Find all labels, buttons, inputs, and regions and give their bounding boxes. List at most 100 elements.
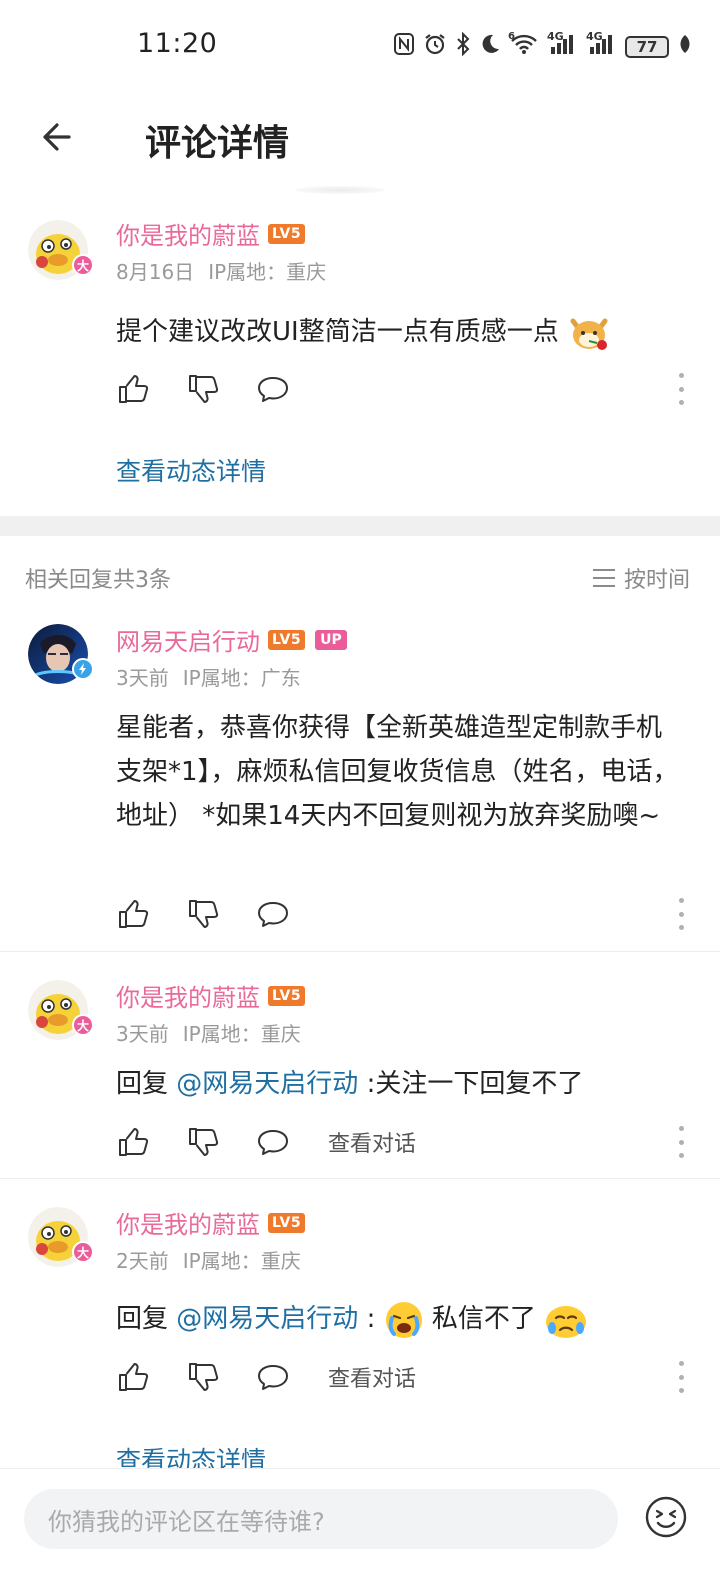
reply-prefix: 回复: [116, 1304, 169, 1334]
comment-icon[interactable]: [256, 372, 290, 406]
sort-label: 按时间: [623, 568, 690, 593]
comment-date: 3天前: [116, 666, 169, 690]
status-bar: 11:20 6 4G 4G 77: [0, 0, 720, 92]
wifi-badge: 6: [508, 31, 515, 42]
sad-face-emoji-icon: [546, 1305, 587, 1338]
reply-prefix: 回复: [116, 1069, 169, 1099]
like-icon[interactable]: [116, 897, 150, 931]
section-divider: [0, 516, 720, 536]
app-header: 评论详情: [0, 92, 720, 192]
comment-date: 2天前: [116, 1249, 169, 1273]
comment-actions: 查看对话: [116, 1122, 691, 1162]
shiba-rose-emoji-icon: [570, 318, 608, 350]
view-conversation-link[interactable]: 查看对话: [328, 1126, 416, 1158]
comment-input-bar: 你猜我的评论区在等待谁?: [0, 1468, 720, 1584]
replies-count: 相关回复共3条: [25, 568, 171, 593]
avatar[interactable]: 大: [28, 220, 94, 280]
arrow-left-icon: [43, 123, 71, 151]
dislike-icon[interactable]: [186, 372, 220, 406]
vip-badge-icon: 大: [72, 254, 94, 276]
comment-icon[interactable]: [256, 1360, 290, 1394]
reply-item: 大 你是我的蔚蓝 LV5 2天前 IP属地：重庆 回复 @网易天启行动 : 私信…: [0, 1179, 720, 1475]
comment-ip: IP属地：广东: [182, 666, 301, 690]
username[interactable]: 你是我的蔚蓝: [116, 216, 260, 251]
comment-ip: IP属地：重庆: [182, 1022, 301, 1046]
comment-text: 星能者，恭喜你获得【全新英雄造型定制款手机支架*1】，麻烦私信回复收货信息（姓名…: [116, 713, 679, 831]
comment-icon[interactable]: [256, 1125, 290, 1159]
comment-text: 回复 @网易天启行动 : 私信不了: [116, 1297, 691, 1341]
sort-list-icon: [592, 569, 615, 587]
vip-badge-icon: 大: [72, 1241, 94, 1263]
wifi-icon: 6: [508, 31, 538, 60]
signal-icon-1: 4G: [547, 30, 577, 60]
view-conversation-link[interactable]: 查看对话: [328, 1361, 416, 1393]
level-badge: LV5: [268, 985, 306, 1006]
main-comment: 大 你是我的蔚蓝 LV5 8月16日 IP属地：重庆 提个建议改改UI整简洁一点…: [0, 192, 720, 516]
avatar[interactable]: [28, 624, 94, 684]
username-row: 你是我的蔚蓝 LV5: [116, 978, 306, 1013]
comment-meta: 2天前 IP属地：重庆: [116, 1245, 301, 1274]
mention-link[interactable]: @网易天启行动: [176, 1304, 358, 1334]
emoji-picker-icon[interactable]: [644, 1495, 688, 1539]
comment-body: 私信不了: [431, 1304, 536, 1334]
more-options-icon[interactable]: [671, 1361, 691, 1393]
comment-meta: 8月16日 IP属地：重庆: [116, 256, 326, 285]
alarm-icon: [423, 32, 447, 61]
like-icon[interactable]: [116, 372, 150, 406]
reply-item: 大 你是我的蔚蓝 LV5 3天前 IP属地：重庆 回复 @网易天启行动 :关注一…: [0, 952, 720, 1178]
signal-label-2: 4G: [586, 30, 603, 43]
comment-text: 提个建议改改UI整简洁一点有质感一点: [116, 310, 691, 354]
username[interactable]: 网易天启行动: [116, 622, 260, 657]
comment-body-pre: :: [366, 1304, 376, 1334]
more-options-icon[interactable]: [671, 373, 691, 405]
leaf-icon: [678, 34, 692, 59]
comment-actions: [116, 369, 691, 409]
level-badge: LV5: [268, 629, 306, 650]
comment-body: :关注一下回复不了: [366, 1069, 584, 1099]
avatar[interactable]: 大: [28, 1207, 94, 1267]
verified-lightning-icon: [72, 658, 94, 680]
username[interactable]: 你是我的蔚蓝: [116, 978, 260, 1013]
comment-body: 提个建议改改UI整简洁一点有质感一点: [116, 317, 559, 347]
nfc-icon: [394, 33, 414, 60]
username[interactable]: 你是我的蔚蓝: [116, 1205, 260, 1240]
comment-date: 8月16日: [116, 260, 195, 284]
vip-badge-icon: 大: [72, 1014, 94, 1036]
dislike-icon[interactable]: [186, 897, 220, 931]
dislike-icon[interactable]: [186, 1125, 220, 1159]
like-icon[interactable]: [116, 1360, 150, 1394]
sort-button[interactable]: 按时间: [592, 562, 690, 594]
avatar[interactable]: 大: [28, 980, 94, 1040]
up-badge: UP: [315, 629, 347, 650]
back-button[interactable]: [30, 112, 80, 162]
comment-ip: IP属地：重庆: [208, 260, 327, 284]
signal-label-1: 4G: [547, 30, 564, 43]
comment-ip: IP属地：重庆: [182, 1249, 301, 1273]
comment-actions: 查看对话: [116, 1357, 691, 1397]
username-row: 你是我的蔚蓝 LV5: [116, 216, 306, 251]
username-row: 网易天启行动 LV5 UP: [116, 622, 347, 657]
reply-item: 网易天启行动 LV5 UP 3天前 IP属地：广东 星能者，恭喜你获得【全新英雄…: [0, 610, 720, 950]
status-icons: 6 4G 4G 77: [394, 30, 692, 61]
signal-icon-2: 4G: [586, 30, 616, 60]
comment-icon[interactable]: [256, 897, 290, 931]
like-icon[interactable]: [116, 1125, 150, 1159]
level-badge: LV5: [268, 1212, 306, 1233]
comment-text: 回复 @网易天启行动 :关注一下回复不了: [116, 1062, 691, 1106]
level-badge: LV5: [268, 223, 306, 244]
view-post-link[interactable]: 查看动态详情: [116, 452, 266, 488]
comment-date: 3天前: [116, 1022, 169, 1046]
battery-icon: 77: [625, 35, 669, 58]
status-time: 11:20: [137, 28, 218, 59]
bluetooth-icon: [456, 31, 470, 61]
dislike-icon[interactable]: [186, 1360, 220, 1394]
crying-face-emoji-icon: [385, 1301, 422, 1338]
comment-input[interactable]: 你猜我的评论区在等待谁?: [24, 1489, 618, 1549]
mention-link[interactable]: @网易天启行动: [176, 1069, 358, 1099]
more-options-icon[interactable]: [671, 898, 691, 930]
comment-meta: 3天前 IP属地：重庆: [116, 1018, 301, 1047]
moon-icon: [479, 33, 501, 60]
comment-meta: 3天前 IP属地：广东: [116, 662, 301, 691]
more-options-icon[interactable]: [671, 1126, 691, 1158]
comment-actions: [116, 894, 691, 934]
